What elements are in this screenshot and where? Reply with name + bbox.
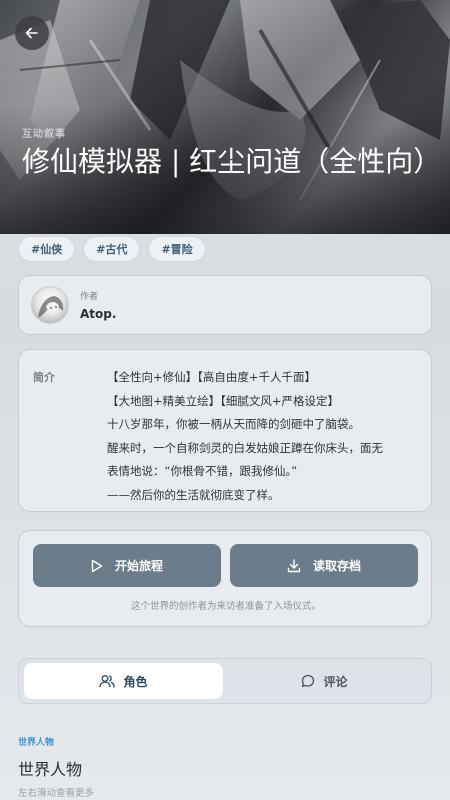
load-save-button[interactable]: 读取存档 xyxy=(230,544,418,587)
start-journey-label: 开始旅程 xyxy=(114,559,163,573)
hero-banner xyxy=(0,0,450,234)
intro-line: ——然后你的生活就彻底变了样。 xyxy=(107,487,280,502)
intro-text: 【全性向+修仙】【高自由度+千人千面】 【大地图+精美立绘】【细腻文风+严格设定… xyxy=(107,366,427,507)
section-hint: 左右滑动查看更多 xyxy=(18,788,95,799)
tab-comments-label: 评论 xyxy=(323,674,348,689)
action-card: 开始旅程 读取存档 这个世界的创作者为来访者准备了入场仪式。 xyxy=(18,530,432,627)
avatar-image xyxy=(38,296,64,317)
intro-line: 【大地图+精美立绘】【细腻文风+严格设定】 xyxy=(107,393,340,408)
intro-line: 表情地说：“你根骨不错，跟我修仙。” xyxy=(107,464,298,478)
section-kicker: 世界人物 xyxy=(18,738,55,748)
hero-gradient-overlay xyxy=(0,0,450,234)
content-tabs: 角色 评论 xyxy=(18,658,432,704)
author-card[interactable]: 作者 Atop. xyxy=(18,275,432,335)
tab-characters[interactable]: 角色 xyxy=(24,663,223,699)
page-title: 修仙模拟器 | 红尘问道（全性向） xyxy=(22,145,442,178)
intro-card: 简介 【全性向+修仙】【高自由度+千人千面】 【大地图+精美立绘】【细腻文风+严… xyxy=(18,349,432,512)
tag-xianxia[interactable]: #仙侠 xyxy=(18,236,76,262)
intro-line: 【全性向+修仙】【高自由度+千人千面】 xyxy=(107,370,317,384)
play-icon xyxy=(91,559,103,572)
tab-comments[interactable]: 评论 xyxy=(225,663,424,699)
comment-icon xyxy=(302,674,315,688)
users-icon xyxy=(99,675,116,688)
tab-characters-label: 角色 xyxy=(123,674,148,689)
entry-note: 这个世界的创作者为来访者准备了入场仪式。 xyxy=(130,601,321,612)
section-title: 世界人物 xyxy=(18,760,83,779)
start-journey-button[interactable]: 开始旅程 xyxy=(33,544,221,587)
tag-adventure[interactable]: #冒险 xyxy=(148,236,206,262)
intro-line: 十八岁那年，你被一柄从天而降的剑砸中了脑袋。 xyxy=(107,417,360,431)
load-save-label: 读取存档 xyxy=(312,559,361,573)
download-icon xyxy=(287,558,301,572)
author-name[interactable]: Atop. xyxy=(80,307,116,321)
tag-list: #仙侠 #古代 #冒险 xyxy=(18,236,206,262)
intro-label: 简介 xyxy=(33,371,55,384)
tag-ancient[interactable]: #古代 xyxy=(83,236,141,262)
author-label: 作者 xyxy=(80,292,99,302)
intro-line: 醒来时，一个自称剑灵的白发姑娘正蹲在你床头，面无 xyxy=(107,440,383,455)
author-avatar[interactable] xyxy=(31,286,69,324)
back-button[interactable] xyxy=(15,16,49,50)
category-label: 互动叙事 xyxy=(22,129,66,140)
arrow-left-icon xyxy=(25,27,38,39)
